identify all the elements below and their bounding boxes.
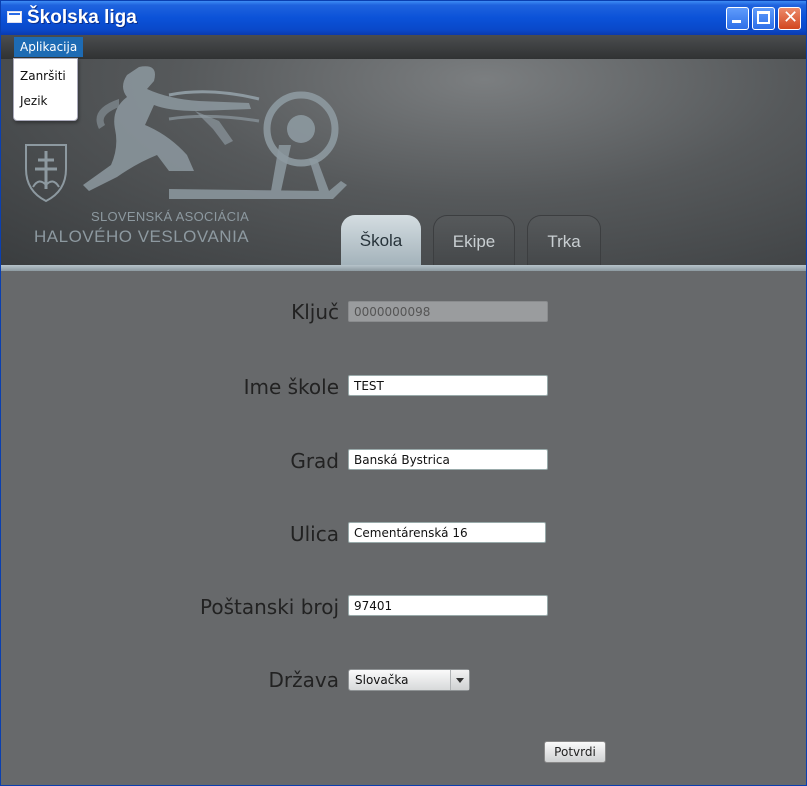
ulica-field[interactable]: Cementárenská 16	[348, 522, 546, 543]
label-grad: Grad	[290, 449, 339, 473]
aplikacija-dropdown-menu: Zanršiti Jezik	[13, 58, 78, 121]
tab-skola[interactable]: Škola	[341, 215, 421, 265]
window-icon	[7, 11, 22, 23]
label-drzava: Država	[268, 668, 339, 692]
tab-strip	[1, 265, 806, 271]
menu-item-jezik[interactable]: Jezik	[20, 94, 48, 108]
minimize-icon	[732, 20, 741, 23]
logo-text-line2: HALOVÉHO VESLOVANIA	[34, 227, 250, 246]
menu-aplikacija[interactable]: Aplikacija	[14, 37, 84, 57]
label-kljuc: Ključ	[291, 300, 339, 324]
minimize-button[interactable]	[726, 7, 749, 30]
maximize-icon	[757, 11, 770, 24]
grad-field[interactable]: Banská Bystrica	[348, 449, 548, 470]
kljuc-field: 0000000098	[348, 301, 548, 322]
window-title: Školska liga	[27, 7, 137, 28]
label-ime-skole: Ime škole	[243, 375, 339, 399]
drzava-select[interactable]: Slovačka	[348, 669, 470, 691]
double-cross-crest-icon	[25, 144, 67, 203]
menu-bar: Aplikacija	[1, 35, 806, 59]
label-ulica: Ulica	[289, 522, 339, 546]
potvrdi-button[interactable]: Potvrdi	[544, 741, 606, 763]
chevron-down-icon[interactable]	[450, 670, 469, 690]
label-postanski-broj: Poštanski broj	[200, 595, 339, 619]
tab-trka[interactable]: Trka	[527, 215, 601, 265]
tab-ekipe[interactable]: Ekipe	[433, 215, 515, 265]
close-icon: ✕	[783, 7, 799, 28]
close-button[interactable]: ✕	[778, 7, 801, 30]
logo-text-line1: SLOVENSKÁ ASOCIÁCIA	[91, 209, 250, 224]
header-banner: SLOVENSKÁ ASOCIÁCIA HALOVÉHO VESLOVANIA …	[1, 59, 806, 265]
title-bar[interactable]: Školska liga ✕	[1, 1, 806, 35]
drzava-selected-value: Slovačka	[355, 673, 409, 687]
ime-skole-field[interactable]: TEST	[348, 375, 548, 396]
menu-item-zavrsiti[interactable]: Zanršiti	[20, 69, 66, 83]
postanski-broj-field[interactable]: 97401	[348, 595, 548, 616]
app-window: Školska liga ✕ Aplikacija SLOVENSKÁ ASOC…	[0, 0, 807, 786]
maximize-button[interactable]	[752, 7, 775, 30]
